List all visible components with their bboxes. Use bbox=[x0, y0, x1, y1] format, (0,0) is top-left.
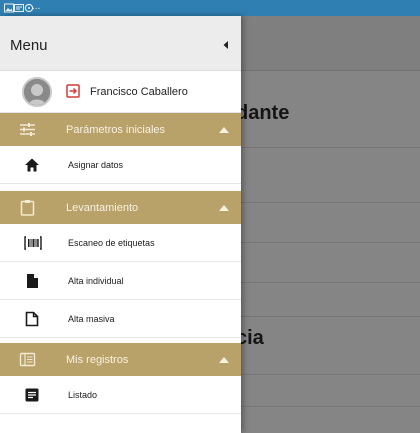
home-icon bbox=[25, 158, 39, 172]
status-overflow-indicator: ... bbox=[32, 1, 41, 12]
list-icon bbox=[25, 388, 39, 402]
clipboard-icon bbox=[20, 200, 35, 216]
gallery-icon bbox=[4, 3, 14, 13]
menu-item-label: Listado bbox=[68, 390, 98, 400]
menu-item-label: Asignar datos bbox=[68, 160, 124, 170]
menu-item-label: Alta individual bbox=[68, 276, 124, 286]
menu-item-escaneo-de-etiquetas[interactable]: Escaneo de etiquetas bbox=[0, 224, 241, 262]
records-icon bbox=[19, 352, 36, 367]
menu-item-alta-individual[interactable]: Alta individual bbox=[0, 262, 241, 300]
user-name: Francisco Caballero bbox=[90, 86, 188, 98]
avatar bbox=[22, 77, 52, 107]
status-bar: ... bbox=[0, 0, 420, 16]
section-label: Levantamiento bbox=[66, 202, 139, 214]
file-icon bbox=[27, 274, 38, 288]
menu-item-listado[interactable]: Listado bbox=[0, 376, 241, 414]
barcode-icon bbox=[24, 236, 42, 250]
card-icon bbox=[14, 4, 24, 12]
sliders-icon bbox=[20, 123, 35, 136]
caret-up-icon bbox=[219, 357, 229, 363]
logout-icon-graphic bbox=[66, 84, 80, 98]
user-silhouette-icon bbox=[24, 79, 50, 105]
user-row[interactable]: Francisco Caballero bbox=[0, 71, 241, 113]
menu-item-alta-masiva[interactable]: Alta masiva bbox=[0, 300, 241, 338]
navigation-drawer: Menu Francisco Caballero Parámetros inic… bbox=[0, 16, 241, 433]
section-header-levantamiento[interactable]: Levantamiento bbox=[0, 191, 241, 224]
menu-item-asignar-datos[interactable]: Asignar datos bbox=[0, 146, 241, 184]
drawer-header: Menu bbox=[0, 16, 241, 71]
close-drawer-button[interactable] bbox=[219, 38, 233, 52]
background-title-fragment: dante bbox=[236, 102, 290, 124]
menu-item-label: Escaneo de etiquetas bbox=[68, 238, 155, 248]
drawer-title: Menu bbox=[10, 37, 48, 54]
caret-left-icon bbox=[223, 41, 228, 49]
section-header-mis-registros[interactable]: Mis registros bbox=[0, 343, 241, 376]
caret-up-icon bbox=[219, 205, 229, 211]
section-header-parametros-iniciales[interactable]: Parámetros iniciales bbox=[0, 113, 241, 146]
section-label: Mis registros bbox=[66, 354, 129, 366]
menu-item-label: Alta masiva bbox=[68, 314, 115, 324]
section-label: Parámetros iniciales bbox=[66, 124, 166, 136]
caret-up-icon bbox=[219, 127, 229, 133]
logout-icon[interactable] bbox=[66, 84, 80, 98]
files-icon bbox=[25, 311, 39, 327]
